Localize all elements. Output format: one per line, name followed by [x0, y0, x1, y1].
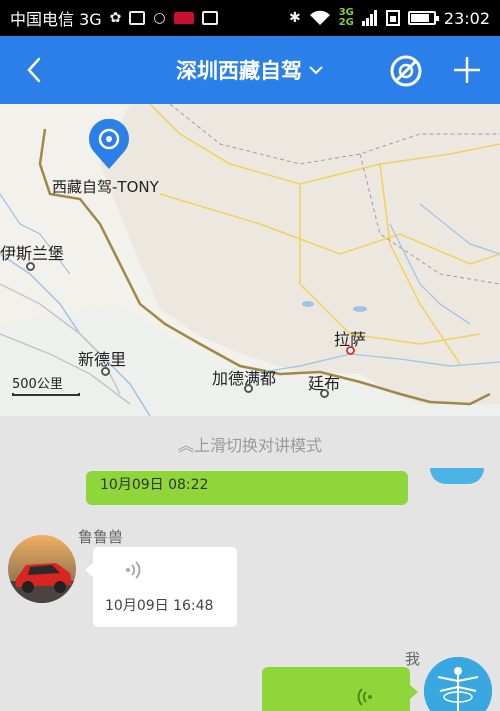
scale-label: 500公里 — [12, 377, 63, 392]
clock: 23:02 — [443, 8, 490, 28]
back-arrow-icon — [27, 57, 41, 83]
swipe-hint[interactable]: ︽上滑切换对讲模式 — [0, 432, 500, 456]
circle-icon: ○ — [153, 10, 166, 26]
status-left: 中国电信 3G ✿ ○ — [10, 6, 218, 30]
add-button[interactable] — [450, 53, 484, 87]
sender-name: 鲁鲁兽 — [78, 528, 124, 546]
avatar[interactable] — [8, 535, 76, 603]
voice-wave-icon — [357, 688, 372, 706]
avatar[interactable] — [424, 657, 492, 711]
place-label-xindeli: 新德里 — [78, 350, 127, 369]
bluetooth-icon: ✱ — [288, 10, 301, 26]
mute-icon — [390, 55, 422, 87]
sim-signal-icon — [385, 10, 400, 26]
voice-wave-icon — [126, 561, 141, 579]
wifi-icon — [309, 10, 330, 25]
city-dot — [26, 262, 35, 271]
status-bar: 中国电信 3G ✿ ○ ✱ 3G 2G 23:02 — [0, 0, 500, 36]
double-chevron-up-icon: ︽ — [177, 436, 194, 455]
map-view[interactable]: 西藏自驾-TONY 伊斯兰堡 新德里 加德满都 拉萨 廷布 500公里 — [0, 104, 500, 416]
gallery-icon — [129, 11, 146, 25]
city-dot-capital — [346, 346, 355, 355]
message-time: 10月09日 16:48 — [105, 598, 214, 614]
chat-area[interactable]: ︽上滑切换对讲模式 10月09日 08:22 鲁鲁兽 10月09日 16:48 — [0, 416, 500, 711]
city-dot — [320, 389, 329, 398]
avatar[interactable] — [430, 468, 484, 484]
status-right: ✱ 3G 2G 23:02 — [289, 8, 490, 28]
sim-icon — [201, 11, 218, 25]
car-avatar-image — [8, 535, 76, 603]
scale-bar — [12, 393, 80, 396]
map-scale: 500公里 — [12, 373, 80, 396]
location-pin-icon[interactable] — [86, 119, 132, 171]
plus-icon — [454, 57, 480, 83]
place-label-yisilanbao: 伊斯兰堡 — [0, 244, 65, 263]
chevron-down-icon[interactable] — [308, 64, 324, 76]
battery-icon — [407, 11, 439, 25]
back-button[interactable] — [18, 50, 50, 90]
carrier-text: 中国电信 3G — [10, 10, 102, 29]
city-dot — [244, 384, 253, 393]
network-type-icon: 3G 2G — [339, 8, 354, 28]
signal-icon — [361, 10, 377, 26]
dragonfly-avatar-image — [424, 657, 492, 711]
network-bottom-label: 2G — [338, 17, 354, 28]
app-notification-icon — [173, 12, 194, 24]
sender-name: 我 — [405, 650, 421, 668]
pin-label: 西藏自驾-TONY — [52, 178, 159, 196]
message-bubble-incoming[interactable]: 10月09日 16:48 — [85, 547, 237, 627]
message-bubble-outgoing[interactable]: 10月09日 08:22 — [86, 471, 408, 505]
page-title[interactable]: 深圳西藏自驾 — [176, 55, 302, 85]
wechat-icon: ✿ — [109, 10, 122, 26]
city-dot — [101, 367, 110, 376]
mute-button[interactable] — [388, 53, 424, 89]
app-header: 深圳西藏自驾 — [0, 36, 500, 104]
message-time: 10月09日 08:22 — [100, 477, 209, 493]
message-bubble-outgoing[interactable] — [262, 667, 418, 711]
swipe-hint-text: 上滑切换对讲模式 — [194, 436, 323, 455]
